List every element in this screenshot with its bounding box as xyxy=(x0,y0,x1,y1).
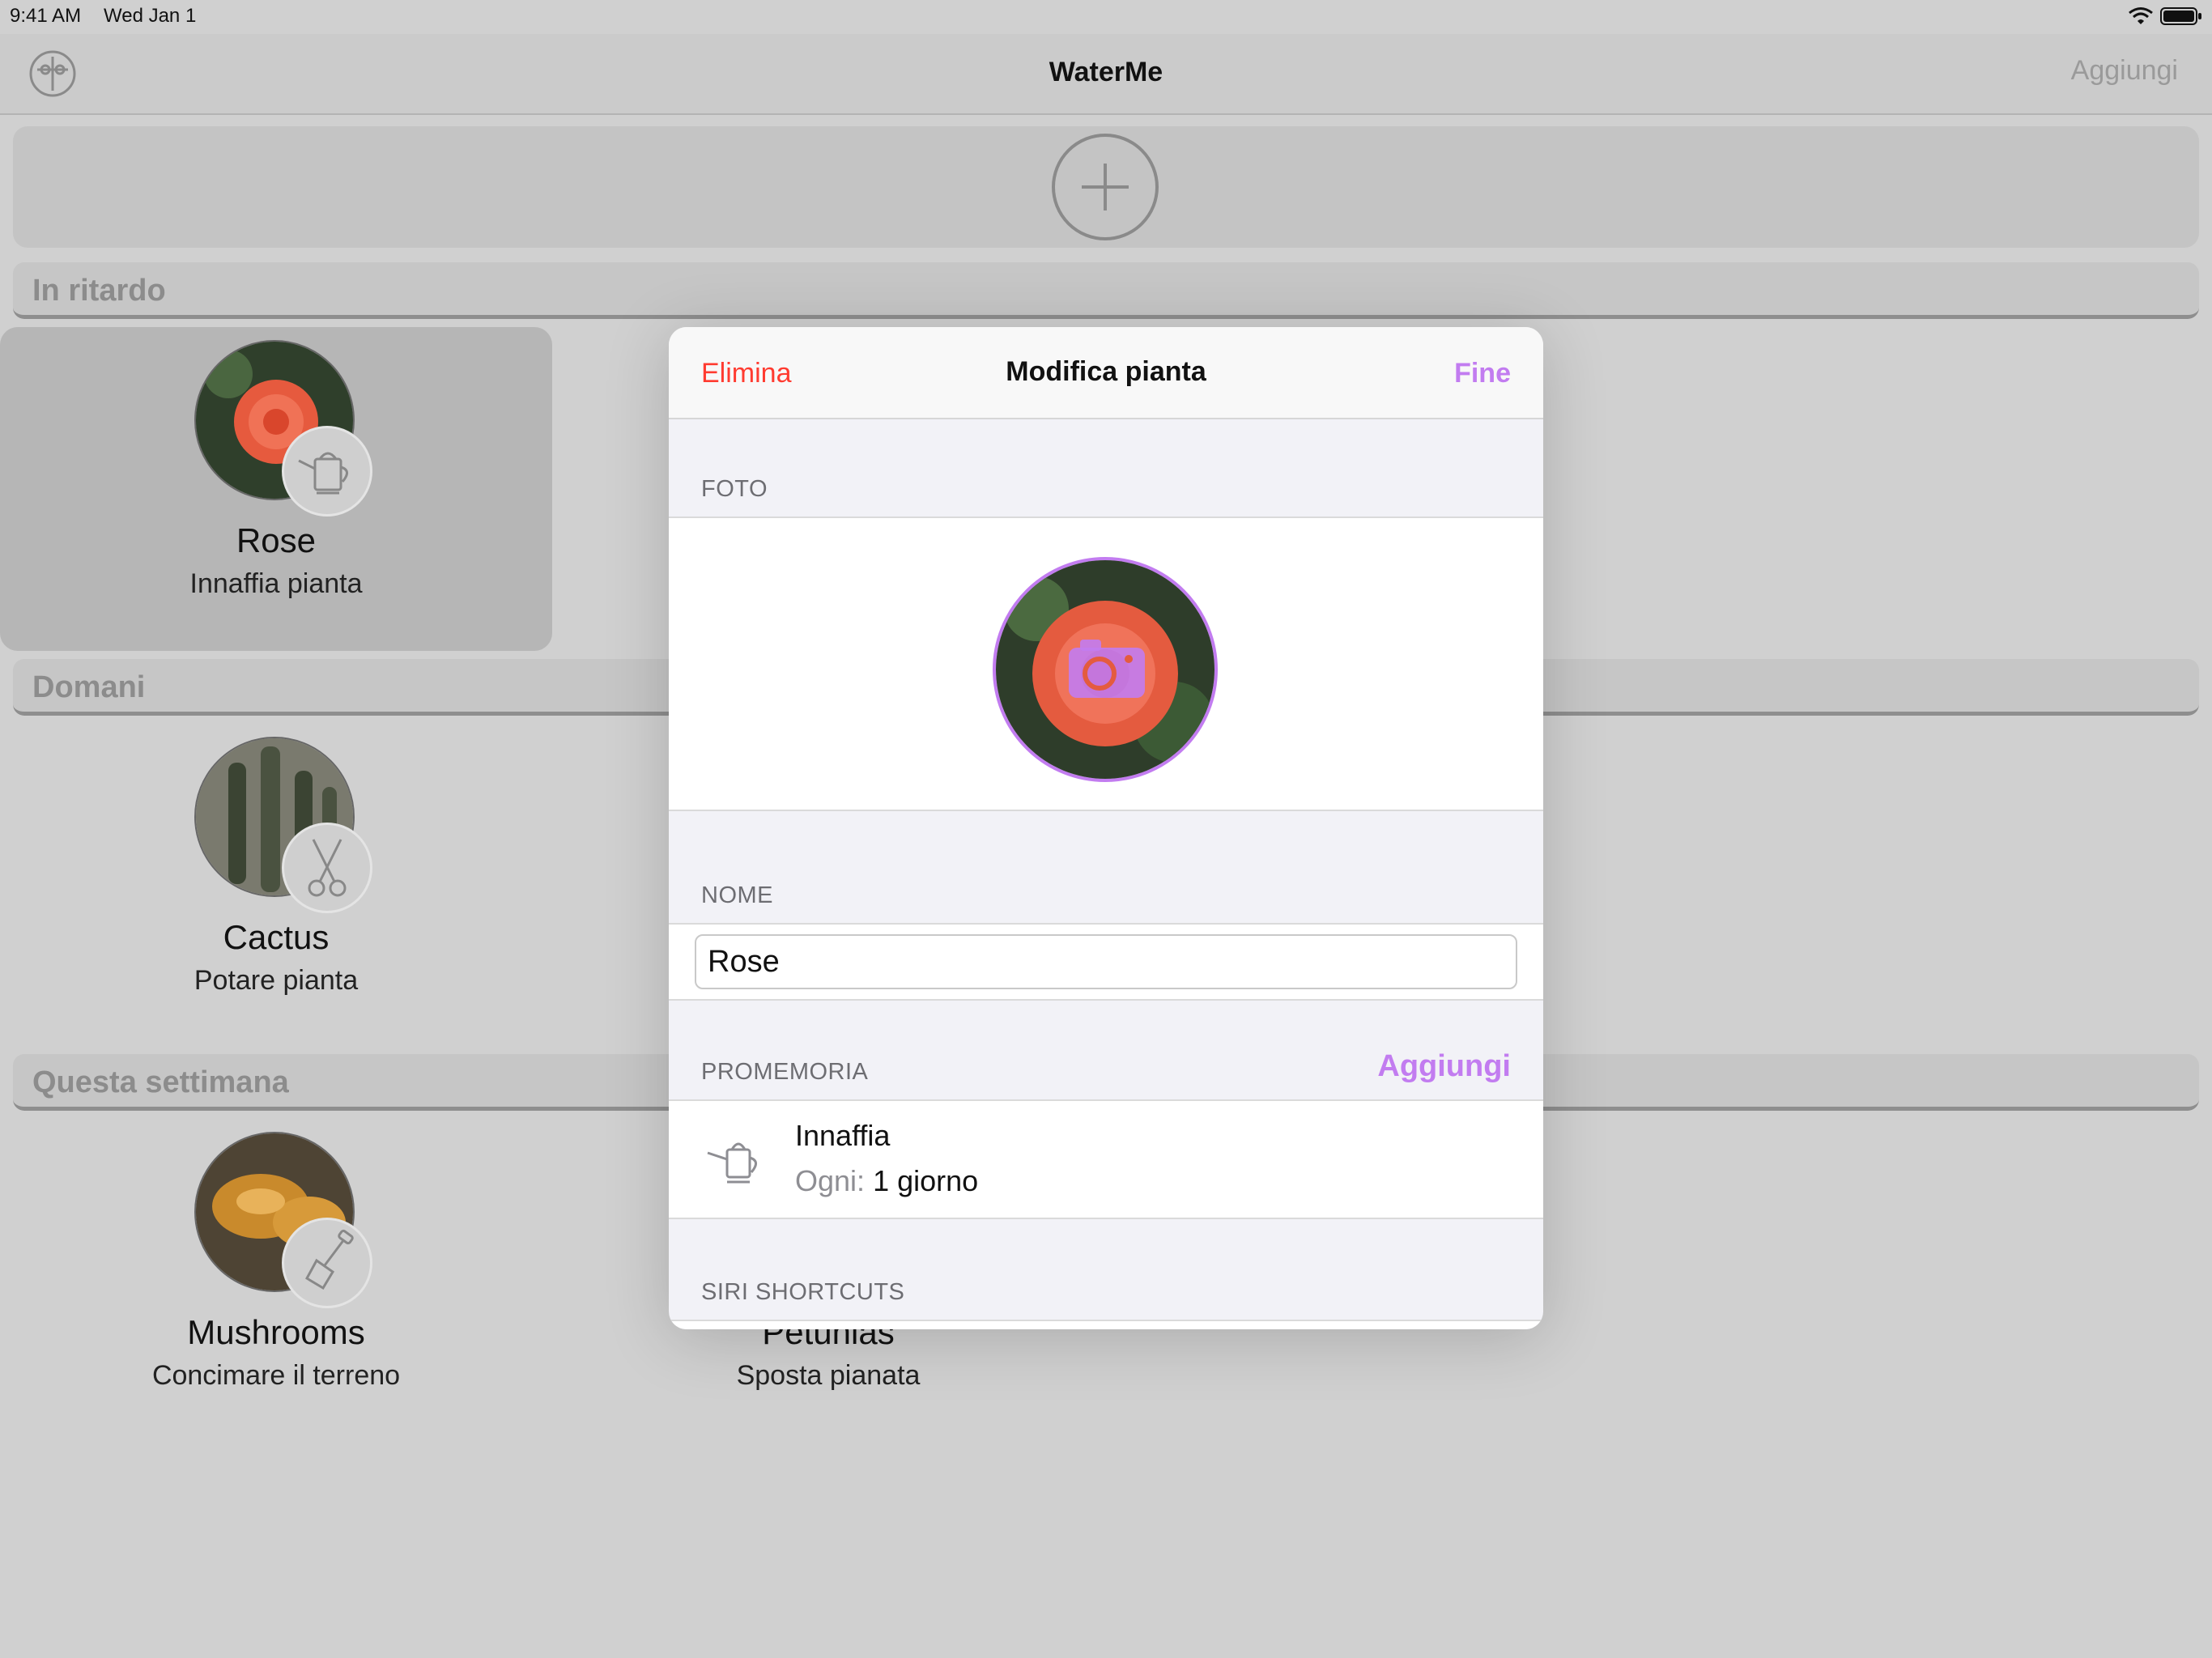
done-button[interactable]: Fine xyxy=(1454,358,1511,389)
plant-name: Rose xyxy=(236,521,317,559)
reminder-title: Innaffia xyxy=(795,1119,891,1152)
reminder-interval: Ogni: 1 giorno xyxy=(795,1164,978,1198)
watering-can-icon xyxy=(707,1142,757,1184)
reminder-every-value: 1 giorno xyxy=(873,1164,979,1197)
section-label-reminders: PROMEMORIA xyxy=(701,1059,869,1085)
modal-title: Modifica pianta xyxy=(1006,356,1206,387)
plant-task: Concimare il terreno xyxy=(151,1360,401,1391)
plant-name: Cactus xyxy=(223,918,330,956)
wifi-icon xyxy=(2129,7,2153,24)
section-title: In ritardo xyxy=(32,274,166,308)
plant-task: Potare pianta xyxy=(194,965,359,996)
watering-can-icon xyxy=(282,426,372,517)
add-reminder-button[interactable]: Aggiungi xyxy=(1377,1049,1511,1084)
camera-icon xyxy=(1069,640,1145,698)
siri-cell[interactable] xyxy=(669,1320,1543,1329)
status-time: 9:41 AM xyxy=(10,5,82,27)
battery-icon xyxy=(2160,7,2201,25)
plant-name-field[interactable] xyxy=(695,934,1517,989)
reminder-cell[interactable] xyxy=(669,1099,1543,1219)
add-plant-button[interactable]: Aggiungi xyxy=(2071,55,2178,87)
section-header-overdue: In ritardo xyxy=(13,262,2199,319)
edit-plant-modal: Elimina Modifica pianta Fine FOTO NOME P… xyxy=(669,327,1543,1329)
navigation-bar: WaterMe Aggiungi xyxy=(0,34,2212,115)
app-title: WaterMe xyxy=(1049,57,1163,87)
scissors-icon xyxy=(282,823,372,913)
section-title: Questa settimana xyxy=(32,1065,289,1099)
section-label-photo: FOTO xyxy=(701,476,768,502)
plus-circle-icon[interactable] xyxy=(1051,133,1159,241)
modal-header: Elimina Modifica pianta Fine xyxy=(669,327,1543,419)
plant-photo-button[interactable] xyxy=(993,557,1218,782)
section-label-name: NOME xyxy=(701,882,773,908)
plant-name: Mushrooms xyxy=(187,1313,365,1351)
shovel-icon xyxy=(282,1218,372,1308)
status-date: Wed Jan 1 xyxy=(104,5,197,27)
section-title: Domani xyxy=(32,670,146,704)
section-label-siri: SIRI SHORTCUTS xyxy=(701,1279,905,1305)
plant-task: Sposta pianata xyxy=(736,1360,921,1391)
reminder-every-label: Ogni: xyxy=(795,1164,866,1197)
status-bar: 9:41 AM Wed Jan 1 xyxy=(0,0,2212,34)
plant-task: Innaffia pianta xyxy=(189,568,363,599)
